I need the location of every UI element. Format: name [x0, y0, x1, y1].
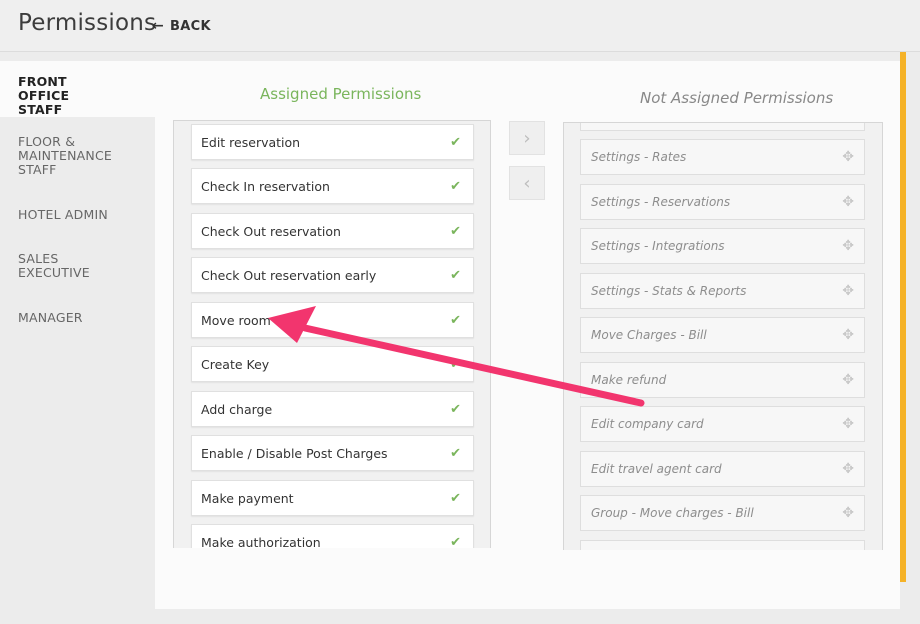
- permission-label: Check In reservation: [201, 178, 330, 194]
- permission-label: Check Out reservation: [201, 223, 341, 239]
- assigned-permission-item[interactable]: Move room ✔: [191, 302, 474, 338]
- sidebar-item-floor-maintenance-staff[interactable]: FLOOR & MAINTENANCE STAFF: [18, 135, 118, 177]
- move-icon: ✥: [842, 194, 854, 210]
- back-label: BACK: [170, 18, 211, 34]
- check-icon: ✔: [450, 534, 461, 549]
- not-assigned-permission-item[interactable]: Make refund ✥: [580, 362, 865, 398]
- check-icon: ✔: [450, 134, 461, 150]
- role-sidebar: FRONT OFFICE STAFF FLOOR & MAINTENANCE S…: [0, 52, 155, 624]
- move-icon: ✥: [842, 416, 854, 432]
- unassign-left-button[interactable]: ‹: [509, 166, 545, 200]
- sidebar-item-label: MANAGER: [18, 310, 83, 325]
- assigned-permission-item[interactable]: Edit reservation ✔: [191, 124, 474, 160]
- assigned-permission-item[interactable]: Check Out reservation ✔: [191, 213, 474, 249]
- assigned-permissions-title: Assigned Permissions: [260, 85, 422, 103]
- move-icon: ✥: [842, 283, 854, 299]
- permission-label: Make refund: [591, 373, 667, 387]
- move-icon: ✥: [842, 372, 854, 388]
- sidebar-item-sales-executive[interactable]: SALES EXECUTIVE: [18, 252, 98, 280]
- assigned-permission-item[interactable]: Make authorization ✔: [191, 524, 474, 548]
- permission-label: Enable / Disable Post Charges: [201, 445, 388, 461]
- sidebar-item-label: FRONT OFFICE STAFF: [18, 74, 70, 117]
- permission-label: Move room: [201, 312, 271, 328]
- sidebar-item-manager[interactable]: MANAGER: [18, 311, 155, 325]
- assigned-permission-item[interactable]: Add charge ✔: [191, 391, 474, 427]
- assigned-permission-item[interactable]: Check Out reservation early ✔: [191, 257, 474, 293]
- permission-label: Edit travel agent card: [591, 462, 722, 476]
- check-icon: ✔: [450, 312, 461, 328]
- left-arrow-icon: ←: [152, 18, 165, 34]
- permission-label: Settings - Rates: [591, 150, 687, 164]
- not-assigned-permission-item[interactable]: Settings - Stats & Reports ✥: [580, 273, 865, 309]
- permission-label: Settings - Reservations: [591, 195, 731, 209]
- move-icon: ✥: [842, 238, 854, 254]
- permission-label: Add charge: [201, 401, 273, 417]
- permission-label: Edit company card: [591, 417, 704, 431]
- not-assigned-permissions-list[interactable]: Settings - Rates ✥ Settings - Reservatio…: [563, 122, 883, 550]
- permission-label: Move Charges - Bill: [591, 328, 707, 342]
- move-icon: ✥: [842, 149, 854, 165]
- sidebar-item-front-office-staff[interactable]: FRONT OFFICE STAFF: [0, 61, 155, 117]
- move-icon: ✥: [842, 461, 854, 477]
- sidebar-item-label: FLOOR & MAINTENANCE STAFF: [18, 134, 112, 177]
- right-gutter: [906, 52, 920, 624]
- move-icon: ✥: [842, 505, 854, 521]
- back-button[interactable]: ← BACK: [152, 17, 211, 35]
- check-icon: ✔: [450, 223, 461, 239]
- assigned-permission-item[interactable]: Check In reservation ✔: [191, 168, 474, 204]
- chevron-left-icon: ‹: [523, 172, 531, 194]
- not-assigned-permission-item[interactable]: Settings - Reservations ✥: [580, 184, 865, 220]
- permission-label: Make payment: [201, 490, 294, 506]
- sidebar-item-hotel-admin[interactable]: HOTEL ADMIN: [18, 208, 155, 222]
- not-assigned-permission-item[interactable]: Edit travel agent card ✥: [580, 451, 865, 487]
- not-assigned-permission-item[interactable]: Settings - Rates ✥: [580, 139, 865, 175]
- check-icon: ✔: [450, 356, 461, 372]
- permission-label: Check Out reservation early: [201, 267, 377, 283]
- check-icon: ✔: [450, 490, 461, 506]
- not-assigned-permission-item[interactable]: [580, 540, 865, 550]
- permission-label: Group - Move charges - Bill: [591, 506, 754, 520]
- assigned-permission-item[interactable]: Enable / Disable Post Charges ✔: [191, 435, 474, 471]
- not-assigned-permission-item[interactable]: [580, 123, 865, 131]
- chevron-right-icon: ›: [523, 127, 531, 149]
- assigned-permission-item[interactable]: Make payment ✔: [191, 480, 474, 516]
- not-assigned-permission-item[interactable]: Group - Move charges - Bill ✥: [580, 495, 865, 531]
- sidebar-item-label: HOTEL ADMIN: [18, 207, 108, 222]
- assigned-permission-item[interactable]: Create Key ✔: [191, 346, 474, 382]
- not-assigned-permissions-title: Not Assigned Permissions: [640, 89, 834, 107]
- permission-label: Edit reservation: [201, 134, 301, 150]
- permission-label: Settings - Stats & Reports: [591, 284, 747, 298]
- not-assigned-permission-item[interactable]: Edit company card ✥: [580, 406, 865, 442]
- permission-label: Make authorization: [201, 534, 321, 549]
- not-assigned-permission-item[interactable]: Move Charges - Bill ✥: [580, 317, 865, 353]
- move-icon: ✥: [842, 327, 854, 343]
- check-icon: ✔: [450, 401, 461, 417]
- check-icon: ✔: [450, 445, 461, 461]
- check-icon: ✔: [450, 178, 461, 194]
- assign-right-button[interactable]: ›: [509, 121, 545, 155]
- permission-label: Settings - Integrations: [591, 239, 725, 253]
- assigned-permissions-list[interactable]: Edit reservation ✔ Check In reservation …: [173, 120, 491, 548]
- check-icon: ✔: [450, 267, 461, 283]
- not-assigned-permission-item[interactable]: Settings - Integrations ✥: [580, 228, 865, 264]
- sidebar-item-label: SALES EXECUTIVE: [18, 251, 90, 280]
- page-title: Permissions: [18, 10, 157, 36]
- permission-label: Create Key: [201, 356, 270, 372]
- top-bar: Permissions ← BACK: [0, 0, 920, 52]
- permissions-panel: Assigned Permissions Not Assigned Permis…: [155, 61, 900, 609]
